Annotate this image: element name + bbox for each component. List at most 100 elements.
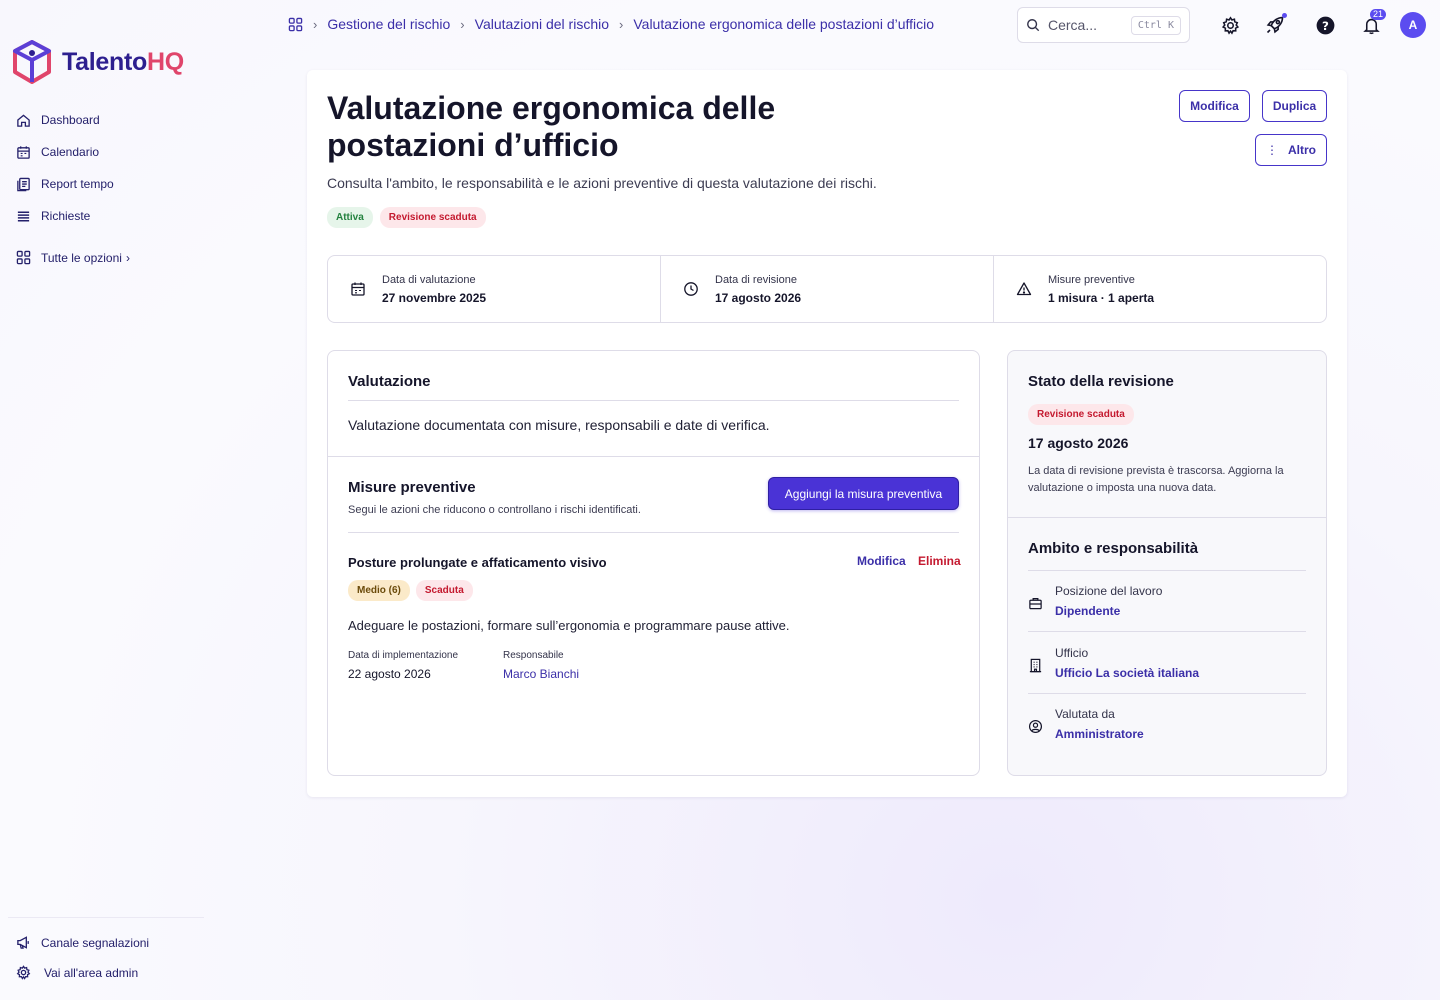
section-divider bbox=[328, 456, 979, 457]
breadcrumb: › Gestione del rischio › Valutazioni del… bbox=[288, 16, 934, 32]
edit-button[interactable]: Modifica bbox=[1179, 90, 1250, 122]
megaphone-icon bbox=[17, 936, 29, 949]
owner-label: Responsabile bbox=[503, 650, 564, 661]
all-options-link[interactable]: Tutte le opzioni › bbox=[16, 250, 130, 265]
home-icon bbox=[17, 113, 30, 127]
grid-icon bbox=[16, 250, 31, 265]
stat-value: 27 novembre 2025 bbox=[382, 290, 487, 305]
review-date: 17 agosto 2026 bbox=[1028, 435, 1129, 451]
more-button[interactable]: ⋮ Altro bbox=[1255, 134, 1327, 166]
breadcrumb-item[interactable]: Valutazioni del rischio bbox=[475, 16, 609, 32]
rocket-icon bbox=[1266, 16, 1284, 34]
sidebar-item-label: Richieste bbox=[41, 209, 91, 223]
measure-description: Adeguare le postazioni, formare sull’erg… bbox=[348, 618, 790, 633]
brand-name: TalentoHQ bbox=[62, 47, 184, 76]
status-badges: Attiva Revisione scaduta bbox=[327, 207, 486, 228]
assessment-panel: Valutazione Valutazione documentata con … bbox=[327, 350, 980, 776]
search-icon bbox=[1027, 19, 1040, 32]
sidebar-item-dashboard[interactable]: Dashboard bbox=[16, 110, 114, 130]
add-measure-button[interactable]: Aggiungi la misura preventiva bbox=[768, 477, 959, 510]
sidebar-item-canale-segnalazioni[interactable]: Canale segnalazioni bbox=[16, 935, 149, 950]
search-input[interactable]: Cerca... Ctrl K bbox=[1017, 7, 1190, 43]
stat-label: Misure preventive bbox=[1048, 273, 1135, 286]
review-note: La data di revisione prevista è trascors… bbox=[1028, 465, 1284, 494]
sidebar-item-label: Vai all'area admin bbox=[44, 965, 139, 980]
search-shortcut: Ctrl K bbox=[1130, 15, 1181, 35]
sidebar-item-admin[interactable]: Vai all'area admin bbox=[16, 965, 138, 980]
scope-label: Posizione del lavoro bbox=[1055, 584, 1163, 598]
scope-link[interactable]: Ufficio La società italiana bbox=[1055, 666, 1199, 680]
sidebar-item-report-tempo[interactable]: Report tempo bbox=[16, 174, 114, 194]
scope-link[interactable]: Dipendente bbox=[1055, 604, 1162, 618]
measure-title: Posture prolungate e affaticamento visiv… bbox=[348, 555, 607, 570]
briefcase-icon bbox=[1029, 598, 1042, 610]
logo[interactable]: TalentoHQ bbox=[12, 40, 184, 84]
all-options-label: Tutte le opzioni bbox=[41, 250, 122, 265]
scope-label: Valutata da bbox=[1055, 707, 1115, 721]
stat-measures: Misure preventive 1 misura · 1 aperta bbox=[994, 256, 1326, 322]
status-badge-active: Attiva bbox=[327, 207, 373, 228]
assessment-description: Valutazione documentata con misure, resp… bbox=[348, 417, 770, 433]
stat-label: Data di valutazione bbox=[382, 273, 476, 286]
sidebar-item-richieste[interactable]: Richieste bbox=[16, 206, 114, 226]
sidebar-item-label: Dashboard bbox=[41, 113, 100, 127]
delete-measure-link[interactable]: Elimina bbox=[918, 554, 961, 568]
chevron-right-icon: › bbox=[125, 250, 130, 265]
scope-row-position: Posizione del lavoro Dipendente bbox=[1028, 584, 1308, 618]
measure-badges: Medio (6) Scaduta bbox=[348, 580, 473, 601]
chevron-right-icon: › bbox=[460, 16, 465, 32]
edit-measure-link[interactable]: Modifica bbox=[857, 554, 906, 568]
gear-icon bbox=[1221, 15, 1239, 35]
scope-label: Ufficio bbox=[1055, 646, 1089, 660]
scope-row-assessed-by: Valutata da Amministratore bbox=[1028, 707, 1308, 741]
gear-icon bbox=[16, 965, 31, 980]
page-title: Valutazione ergonomica delle postazioni … bbox=[327, 90, 776, 163]
review-status-badge: Revisione scaduta bbox=[1028, 404, 1134, 425]
report-icon bbox=[17, 177, 30, 191]
settings-button[interactable] bbox=[1219, 14, 1241, 36]
impl-value: 22 agosto 2026 bbox=[348, 667, 431, 681]
chevron-right-icon: › bbox=[313, 16, 318, 32]
scope-title: Ambito e responsabilità bbox=[1028, 540, 1199, 557]
owner-link[interactable]: Marco Bianchi bbox=[503, 667, 579, 681]
clock-icon bbox=[684, 282, 698, 296]
review-panel: Stato della revisione Revisione scaduta … bbox=[1007, 350, 1327, 776]
warning-icon bbox=[1016, 282, 1032, 296]
building-icon bbox=[1029, 658, 1042, 673]
more-label: Altro bbox=[1288, 143, 1316, 157]
page-subtitle: Consulta l'ambito, le responsabilità e l… bbox=[327, 175, 877, 191]
notifications-button[interactable]: 21 bbox=[1360, 9, 1386, 36]
overdue-badge: Scaduta bbox=[415, 580, 473, 601]
measure-implementation: Data di implementazione 22 agosto 2026 bbox=[348, 650, 458, 681]
duplicate-button[interactable]: Duplica bbox=[1262, 90, 1327, 122]
calendar-icon bbox=[351, 282, 365, 296]
sidebar-item-calendario[interactable]: Calendario bbox=[16, 142, 114, 162]
grid-icon[interactable] bbox=[288, 17, 303, 32]
sidebar-item-label: Calendario bbox=[41, 145, 100, 159]
breadcrumb-item[interactable]: Gestione del rischio bbox=[327, 16, 450, 32]
assessment-card: Valutazione ergonomica delle postazioni … bbox=[307, 70, 1347, 797]
stat-review-date: Data di revisione 17 agosto 2026 bbox=[661, 256, 994, 322]
measures-title: Misure preventive bbox=[348, 479, 476, 496]
sidebar-item-label: Report tempo bbox=[41, 177, 114, 191]
notifications-count: 21 bbox=[1369, 9, 1386, 20]
whats-new-button[interactable] bbox=[1264, 13, 1287, 36]
logo-cube-icon bbox=[13, 40, 51, 84]
calendar-icon bbox=[17, 145, 30, 159]
divider bbox=[1028, 570, 1306, 571]
summary-stats: Data di valutazione 27 novembre 2025 Data… bbox=[327, 255, 1327, 323]
stat-assessment-date: Data di valutazione 27 novembre 2025 bbox=[328, 256, 661, 322]
stat-label: Data di revisione bbox=[715, 273, 797, 286]
stat-value: 17 agosto 2026 bbox=[715, 290, 802, 305]
review-title: Stato della revisione bbox=[1028, 373, 1174, 390]
assessment-title: Valutazione bbox=[348, 373, 431, 390]
avatar[interactable]: A bbox=[1400, 12, 1426, 38]
help-button[interactable]: ? bbox=[1314, 14, 1336, 36]
scope-link[interactable]: Amministratore bbox=[1055, 727, 1144, 741]
divider bbox=[1028, 693, 1306, 694]
impl-label: Data di implementazione bbox=[348, 650, 459, 661]
scope-row-office: Ufficio Ufficio La società italiana bbox=[1028, 646, 1308, 680]
search-placeholder: Cerca... bbox=[1048, 17, 1098, 33]
sidebar-divider bbox=[8, 917, 204, 918]
new-dot bbox=[1282, 13, 1287, 18]
